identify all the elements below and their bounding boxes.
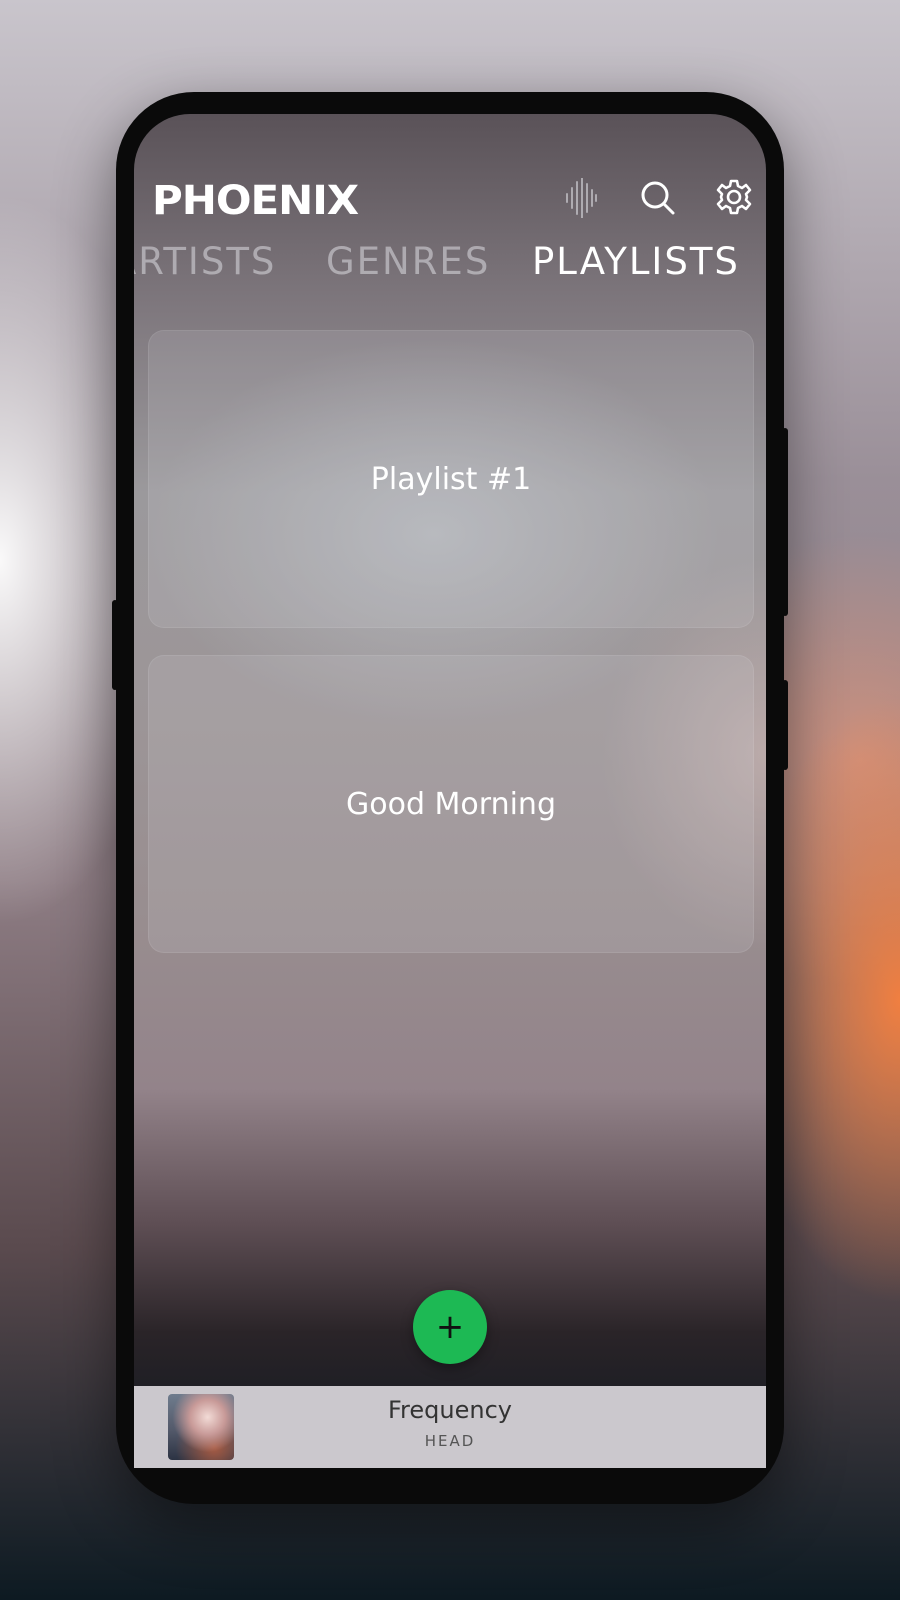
side-button — [782, 680, 788, 770]
gear-icon[interactable] — [715, 178, 753, 216]
equalizer-icon[interactable] — [564, 177, 598, 219]
now-playing-artist: HEAD — [424, 1432, 476, 1450]
tab-bar: ARTISTS GENRES PLAYLISTS — [134, 240, 766, 290]
playlist-card[interactable]: Good Morning — [148, 655, 754, 953]
playlist-card[interactable]: Playlist #1 — [148, 330, 754, 628]
add-playlist-button[interactable]: + — [413, 1290, 487, 1364]
plus-icon: + — [435, 1307, 465, 1347]
search-icon[interactable] — [640, 180, 676, 216]
volume-button — [112, 600, 118, 690]
now-playing-title: Frequency — [388, 1396, 512, 1424]
tab-genres[interactable]: GENRES — [326, 240, 490, 283]
playlist-title: Playlist #1 — [370, 461, 532, 497]
playlist-title: Good Morning — [346, 786, 556, 822]
app-logo: PHOENIX — [152, 178, 359, 224]
power-button — [782, 428, 788, 616]
tab-playlists[interactable]: PLAYLISTS — [532, 240, 740, 283]
tab-artists[interactable]: ARTISTS — [134, 240, 276, 283]
mini-player[interactable]: Frequency HEAD — [134, 1386, 766, 1468]
